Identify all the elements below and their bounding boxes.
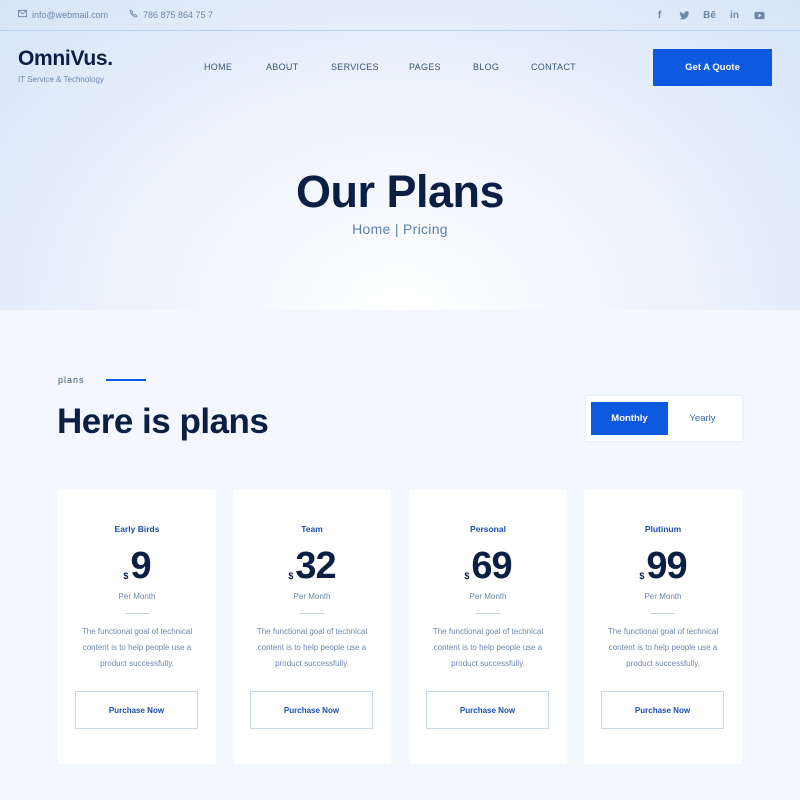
nav-contact[interactable]: CONTACT	[531, 62, 576, 72]
nav-pages[interactable]: PAGES	[409, 62, 441, 72]
nav-about[interactable]: ABOUT	[266, 62, 299, 72]
section-label: plans	[58, 375, 85, 385]
pricing-card: Plutinum $99 Per Month The functional go…	[584, 490, 742, 764]
envelope-icon	[18, 9, 27, 20]
purchase-button[interactable]: Purchase Now	[250, 691, 373, 729]
plan-name: Plutinum	[644, 524, 682, 534]
currency-symbol: $	[288, 571, 294, 581]
hero-background	[0, 0, 800, 310]
price-value: 99	[646, 545, 687, 587]
breadcrumb-home[interactable]: Home	[352, 221, 391, 237]
section-divider	[106, 379, 146, 381]
price-value: 32	[295, 545, 336, 587]
plan-description: The functional goal of technical content…	[607, 627, 719, 668]
price-value: 69	[471, 545, 512, 587]
plan-name: Team	[301, 524, 323, 534]
card-divider	[125, 613, 149, 614]
facebook-icon[interactable]: f	[647, 8, 672, 22]
top-bar: info@webmail.com 786 875 864 75 7 f Bē i…	[0, 0, 800, 31]
plan-name: Early Birds	[114, 524, 160, 534]
nav-home[interactable]: HOME	[204, 62, 232, 72]
twitter-icon[interactable]	[672, 8, 697, 22]
billing-period: Per Month	[118, 592, 156, 601]
plan-name: Personal	[470, 524, 506, 534]
section-title: Here is plans	[57, 402, 269, 441]
billing-toggle: Monthly Yearly	[586, 396, 742, 441]
breadcrumb-separator: |	[394, 221, 399, 237]
phone-icon	[129, 9, 138, 20]
currency-symbol: $	[464, 571, 470, 581]
plan-description: The functional goal of technical content…	[81, 627, 193, 668]
currency-symbol: $	[123, 571, 129, 581]
site-tagline: IT Service & Technology	[18, 75, 104, 84]
billing-period: Per Month	[644, 592, 682, 601]
billing-period: Per Month	[469, 592, 507, 601]
breadcrumb-current: Pricing	[402, 221, 448, 237]
card-divider	[651, 613, 675, 614]
plan-price: $9	[58, 546, 216, 596]
plan-price: $99	[584, 546, 742, 596]
plan-description: The functional goal of technical content…	[256, 627, 368, 668]
plan-description: The functional goal of technical content…	[432, 627, 544, 668]
nav-services[interactable]: SERVICES	[331, 62, 379, 72]
purchase-button[interactable]: Purchase Now	[75, 691, 198, 729]
phone-text: 786 875 864 75 7	[143, 9, 214, 20]
linkedin-icon[interactable]: in	[722, 8, 747, 22]
page-title: Our Plans	[295, 166, 505, 217]
pricing-card: Personal $69 Per Month The functional go…	[409, 490, 567, 764]
card-divider	[476, 613, 500, 614]
yearly-toggle[interactable]: Yearly	[664, 402, 741, 435]
social-links: f Bē in	[647, 8, 772, 22]
pricing-card: Team $32 Per Month The functional goal o…	[233, 490, 391, 764]
nav-blog[interactable]: BLOG	[473, 62, 499, 72]
monthly-toggle[interactable]: Monthly	[591, 402, 668, 435]
plan-price: $32	[233, 546, 391, 596]
get-quote-button[interactable]: Get A Quote	[653, 49, 772, 86]
card-divider	[300, 613, 324, 614]
billing-period: Per Month	[293, 592, 331, 601]
currency-symbol: $	[639, 571, 645, 581]
pricing-card: Early Birds $9 Per Month The functional …	[58, 490, 216, 764]
youtube-icon[interactable]	[747, 8, 772, 22]
behance-icon[interactable]: Bē	[697, 8, 722, 22]
breadcrumb: Home | Pricing	[0, 221, 800, 237]
email-contact[interactable]: info@webmail.com	[18, 9, 108, 20]
email-text: info@webmail.com	[32, 9, 109, 20]
plan-price: $69	[409, 546, 567, 596]
purchase-button[interactable]: Purchase Now	[426, 691, 549, 729]
phone-contact[interactable]: 786 875 864 75 7	[129, 9, 213, 20]
price-value: 9	[130, 545, 151, 587]
purchase-button[interactable]: Purchase Now	[601, 691, 724, 729]
